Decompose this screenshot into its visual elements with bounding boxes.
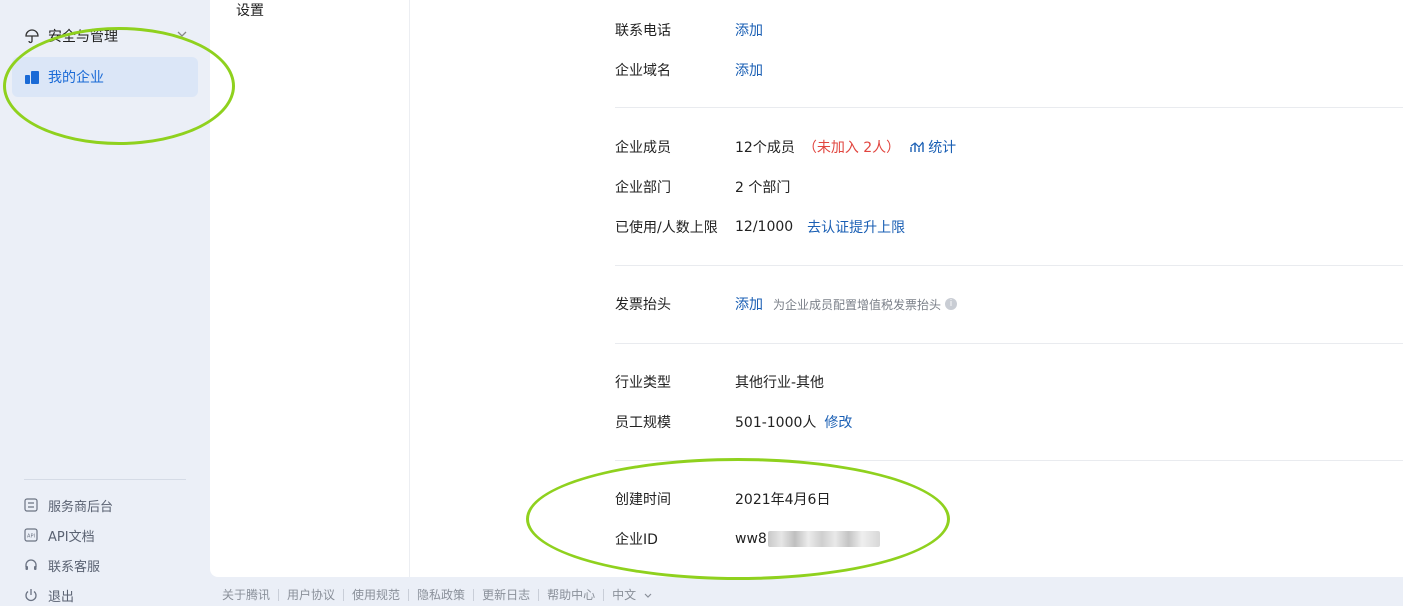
info-key: 发票抬头 [615,297,671,313]
settings-subnav: 设置 [210,0,410,577]
link-logout[interactable]: 退出 [24,585,74,605]
footer-language-select[interactable]: 中文 [604,589,660,601]
stats-icon[interactable] [910,141,924,153]
link-contact-support[interactable]: 联系客服 [24,555,100,575]
info-row-phone: 联系电话 添加 [615,20,763,40]
section-divider [615,460,1403,461]
add-domain-link[interactable]: 添加 [735,60,763,80]
info-row-members: 企业成员 12个成员 （未加入 2人） 统计 [615,137,956,157]
svg-text:API: API [27,534,35,540]
subnav-item-settings[interactable]: 设置 [236,0,264,20]
department-count: 2 个部门 [735,180,791,196]
sidebar-item-label: 我的企业 [48,70,104,86]
footer-link-changelog[interactable]: 更新日志 [474,589,540,601]
chevron-down-icon[interactable] [176,28,188,40]
member-count: 12个成员 [735,140,795,156]
info-row-industry: 行业类型 其他行业-其他 [615,372,824,392]
footer-link-help[interactable]: 帮助中心 [539,589,605,601]
footer-link-privacy[interactable]: 隐私政策 [409,589,475,601]
add-phone-link[interactable]: 添加 [735,20,763,40]
link-service-provider[interactable]: 服务商后台 [24,495,113,515]
info-key: 行业类型 [615,375,671,391]
sidebar-group-security[interactable]: 安全与管理 [12,22,198,50]
add-invoice-link[interactable]: 添加 [735,294,763,314]
footer-link-about[interactable]: 关于腾讯 [222,589,280,601]
section-divider [615,265,1403,266]
info-key: 企业域名 [615,63,671,79]
bottom-link-label: 联系客服 [48,559,101,575]
grid-icon [24,498,38,512]
corp-id-value: ww8 [735,531,767,547]
info-row-invoice: 发票抬头 添加 为企业成员配置增值税发票抬头 i [615,294,958,314]
main-panel: 设置 联系电话 添加 企业域名 添加 企业成员 12个成员 （未加入 2人） 统… [210,0,1403,577]
footer-link-terms[interactable]: 用户协议 [279,589,345,601]
invoice-hint: 为企业成员配置增值税发票抬头 [773,297,942,312]
info-row-created: 创建时间 2021年4月6日 [615,489,830,509]
info-row-domain: 企业域名 添加 [615,60,763,80]
info-key: 已使用/人数上限 [615,220,718,236]
info-icon[interactable]: i [945,298,958,310]
bottom-link-label: 退出 [48,589,75,605]
info-key: 企业部门 [615,180,671,196]
footer-link-usage-rules[interactable]: 使用规范 [344,589,410,601]
info-row-scale: 员工规模 501-1000人 修改 [615,412,852,432]
info-key: 联系电话 [615,23,671,39]
chevron-down-icon [644,589,652,601]
info-key: 企业ID [615,532,658,548]
sidebar-item-my-enterprise[interactable]: 我的企业 [12,57,198,97]
not-joined-count: （未加入 2人） [802,140,901,156]
api-doc-icon: API [24,528,38,542]
enterprise-icon [24,69,40,85]
redacted-blur [767,531,880,547]
bottom-link-label: API文档 [48,529,95,545]
modify-scale-link[interactable]: 修改 [824,412,852,432]
info-key: 创建时间 [615,492,671,508]
sidebar-divider [24,479,186,480]
info-key: 员工规模 [615,415,671,431]
info-row-corp-id: 企业ID ww8 [615,529,880,549]
scale-value: 501-1000人 [735,415,817,431]
section-divider [615,343,1403,344]
bottom-link-label: 服务商后台 [48,499,114,515]
upgrade-limit-link[interactable]: 去认证提升上限 [807,217,905,237]
industry-value: 其他行业-其他 [735,375,825,391]
info-row-departments: 企业部门 2 个部门 [615,177,790,197]
usage-value: 12/1000 [735,219,794,235]
sidebar-group-label: 安全与管理 [48,29,118,45]
footer-links: 关于腾讯 用户协议 使用规范 隐私政策 更新日志 帮助中心 中文 [222,587,660,603]
info-row-usage: 已使用/人数上限 12/1000 去认证提升上限 [615,217,905,237]
headset-icon [24,558,38,572]
umbrella-icon [24,28,40,44]
section-divider [615,107,1403,108]
stats-link[interactable]: 统计 [928,137,956,157]
sidebar: 安全与管理 我的企业 服务商后台 API API文档 联系客服 退出 [0,0,210,605]
created-date: 2021年4月6日 [735,492,831,508]
link-api-docs[interactable]: API API文档 [24,525,95,545]
info-key: 企业成员 [615,140,671,156]
